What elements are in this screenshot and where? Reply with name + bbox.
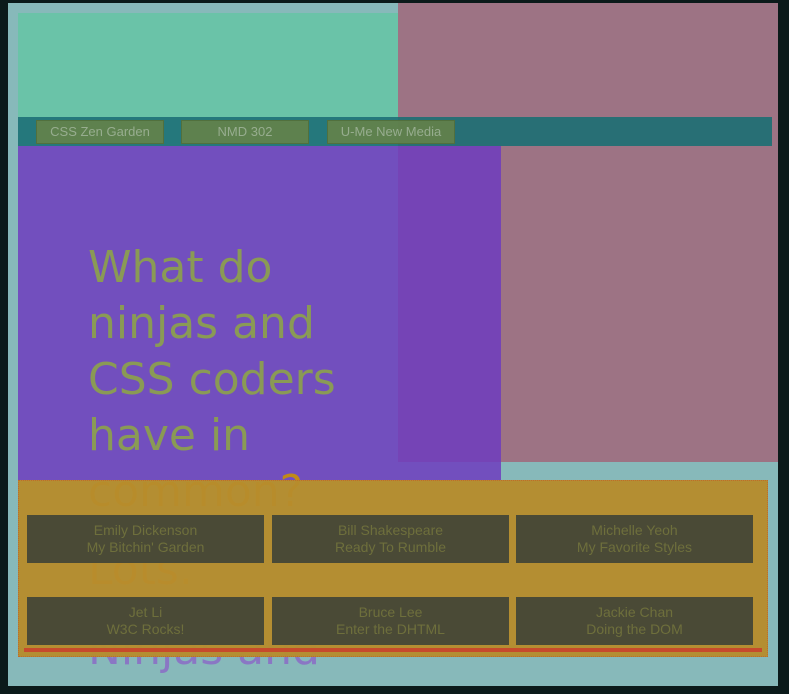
card-title: Doing the DOM (586, 621, 683, 637)
card-title: W3C Rocks! (106, 621, 185, 637)
card-name: Bill Shakespeare (337, 522, 444, 538)
footer: Emily Dickenson My Bitchin' Garden Bill … (18, 480, 768, 657)
card-title: My Favorite Styles (576, 539, 693, 555)
nav-item-nmd-302[interactable]: NMD 302 (181, 120, 309, 144)
nav-item-ume-new-media[interactable]: U-Me New Media (327, 120, 455, 144)
card-name: Michelle Yeoh (591, 522, 678, 538)
headline-line: have in (88, 410, 251, 461)
footer-divider (24, 648, 762, 652)
card-title: Ready To Rumble (334, 539, 447, 555)
footer-card[interactable]: Bill Shakespeare Ready To Rumble (272, 515, 509, 563)
footer-card[interactable]: Jet Li W3C Rocks! (27, 597, 264, 645)
footer-card[interactable]: Bruce Lee Enter the DHTML (272, 597, 509, 645)
headline-line: What do (88, 242, 273, 293)
headline-line: CSS coders (88, 354, 336, 405)
footer-card[interactable]: Jackie Chan Doing the DOM (516, 597, 753, 645)
card-name: Jackie Chan (595, 604, 674, 620)
card-title: My Bitchin' Garden (86, 539, 205, 555)
page-headline: What do ninjas and CSS coders have in co… (88, 240, 388, 520)
card-name: Bruce Lee (358, 604, 423, 620)
footer-card[interactable]: Michelle Yeoh My Favorite Styles (516, 515, 753, 563)
nav-bar: CSS Zen Garden NMD 302 U-Me New Media (18, 117, 772, 146)
header-block (18, 13, 398, 117)
headline-line: ninjas and (88, 298, 315, 349)
card-name: Jet Li (128, 604, 163, 620)
footer-card[interactable]: Emily Dickenson My Bitchin' Garden (27, 515, 264, 563)
nav-item-css-zen-garden[interactable]: CSS Zen Garden (36, 120, 164, 144)
card-name: Emily Dickenson (93, 522, 198, 538)
card-title: Enter the DHTML (336, 621, 445, 637)
